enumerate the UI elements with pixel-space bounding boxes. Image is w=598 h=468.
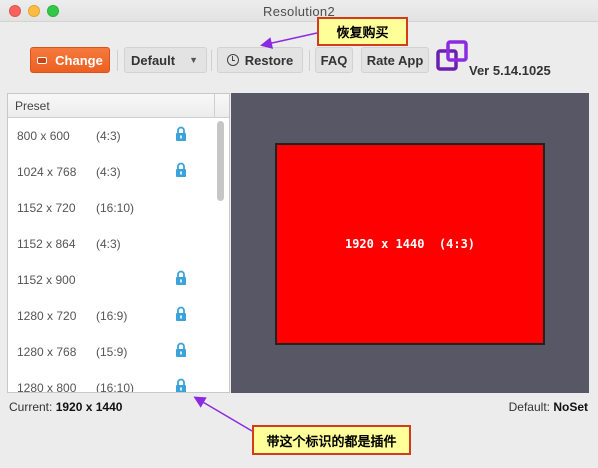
rate-app-button-label: Rate App — [366, 52, 424, 68]
restore-button-label: Restore — [244, 52, 294, 68]
preset-row[interactable]: 1280 x 768 (15:9) — [8, 334, 216, 370]
preset-header-label: Preset — [15, 99, 50, 113]
lock-note-arrow — [193, 396, 253, 432]
restore-button[interactable]: Restore — [217, 47, 303, 73]
preset-select-value: Default — [131, 52, 176, 68]
lock-icon — [176, 306, 186, 321]
preset-aspect-ratio: (16:10) — [96, 201, 135, 215]
preset-resolution: 1152 x 864 — [17, 237, 76, 251]
default-label: Default: — [508, 400, 550, 414]
app-window: Resolution2 Change Default ▼ Restore FAQ… — [0, 0, 598, 468]
rate-app-button[interactable]: Rate App — [361, 47, 429, 73]
preset-resolution: 1280 x 768 — [17, 345, 77, 359]
toolbar-divider — [211, 50, 212, 71]
preset-row[interactable]: 1152 x 720 (16:10) — [8, 190, 216, 226]
preset-aspect-ratio: (16:10) — [96, 381, 135, 393]
preset-aspect-ratio: (4:3) — [96, 237, 121, 251]
restore-annotation: 恢复购买 — [317, 17, 408, 46]
preset-list-panel: Preset 800 x 600 (4:3) 1024 x 768 (4:3) 1152… — [7, 93, 230, 393]
preset-resolution: 1152 x 720 — [17, 201, 76, 215]
lock-annotation: 带这个标识的都是插件 — [252, 425, 411, 455]
preset-resolution: 1024 x 768 — [17, 165, 77, 179]
display-icon — [37, 56, 48, 64]
default-resolution-status: Default: NoSet — [509, 400, 588, 414]
toolbar-divider — [117, 50, 118, 71]
faq-button[interactable]: FAQ — [315, 47, 353, 73]
clock-icon — [226, 54, 239, 66]
preset-row[interactable]: 1280 x 800 (16:10) — [8, 370, 216, 393]
preset-aspect-ratio: (4:3) — [96, 165, 121, 179]
preset-resolution: 1152 x 900 — [17, 273, 76, 287]
preset-column-header[interactable]: Preset — [8, 94, 229, 118]
preset-row[interactable]: 800 x 600 (4:3) — [8, 118, 216, 154]
window-title: Resolution2 — [263, 4, 335, 19]
current-resolution-status: Current: 1920 x 1440 — [9, 400, 122, 414]
preset-aspect-ratio: (15:9) — [96, 345, 128, 359]
preset-resolution: 800 x 600 — [17, 129, 70, 143]
preset-row[interactable]: 1152 x 900 — [8, 262, 216, 298]
preset-aspect-ratio: (4:3) — [96, 129, 121, 143]
lock-icon — [176, 126, 186, 141]
preset-resolution: 1280 x 720 — [17, 309, 77, 323]
lock-icon — [176, 162, 186, 177]
dropdown-arrow-icon: ▼ — [189, 55, 198, 65]
toolbar-divider — [309, 50, 310, 71]
title-bar[interactable]: Resolution2 — [0, 0, 598, 22]
preview-area: 1920 x 1440 (4:3) — [231, 93, 589, 393]
preset-row[interactable]: 1280 x 720 (16:9) — [8, 298, 216, 334]
faq-button-label: FAQ — [320, 52, 348, 68]
restore-note-arrow — [260, 32, 318, 49]
header-divider — [214, 94, 215, 118]
app-logo — [436, 40, 468, 71]
lock-icon — [176, 378, 186, 392]
current-label: Current: — [9, 400, 53, 414]
change-button[interactable]: Change — [30, 47, 110, 73]
change-button-label: Change — [55, 52, 103, 68]
resolution-preview-screen: 1920 x 1440 (4:3) — [275, 143, 545, 345]
lock-icon — [176, 270, 186, 285]
preset-resolution: 1280 x 800 — [17, 381, 77, 393]
preset-aspect-ratio: (16:9) — [96, 309, 128, 323]
preset-select[interactable]: Default ▼ — [124, 47, 207, 73]
version-label: Ver 5.14.1025 — [469, 63, 551, 78]
lock-icon — [176, 342, 186, 357]
preset-list-scrollbar[interactable] — [217, 121, 224, 201]
current-value: 1920 x 1440 — [55, 400, 123, 414]
preset-row[interactable]: 1152 x 864 (4:3) — [8, 226, 216, 262]
preset-row[interactable]: 1024 x 768 (4:3) — [8, 154, 216, 190]
default-value: NoSet — [553, 400, 588, 414]
